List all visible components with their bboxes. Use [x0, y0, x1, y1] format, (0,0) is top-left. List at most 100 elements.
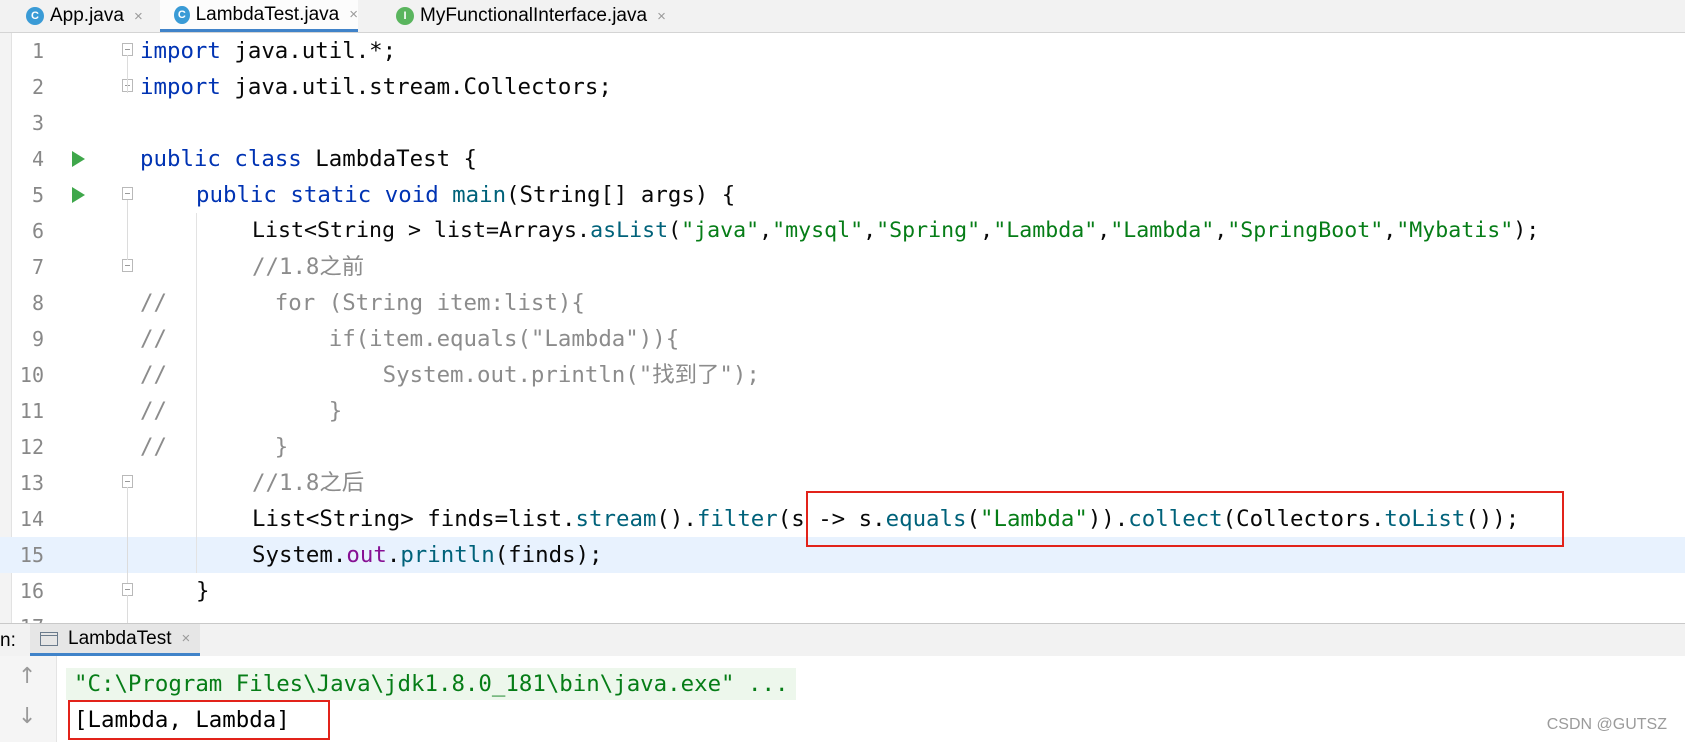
- watermark: CSDN @GUTSZ: [1546, 716, 1667, 733]
- tab-lambdatest-java[interactable]: C LambdaTest.java ×: [160, 0, 358, 32]
- code-line-15[interactable]: System.out.println(finds);: [252, 537, 603, 573]
- string-literal: "SpringBoot": [1227, 218, 1384, 243]
- line-number[interactable]: 15: [12, 537, 44, 573]
- close-icon[interactable]: ×: [349, 6, 358, 23]
- keyword: import: [140, 74, 221, 100]
- keyword: public: [140, 146, 221, 172]
- code-line-7[interactable]: //1.8之前: [252, 249, 364, 285]
- console-command-line: "C:\Program Files\Java\jdk1.8.0_181\bin\…: [66, 668, 797, 700]
- run-class-icon[interactable]: [72, 151, 85, 167]
- code-text: list=: [421, 218, 500, 243]
- method-name: stream: [575, 506, 657, 532]
- line-number[interactable]: 1: [12, 33, 44, 69]
- run-tab-label: LambdaTest: [68, 627, 172, 649]
- code-line-5[interactable]: public static void main(String[] args) {: [196, 177, 735, 213]
- line-number[interactable]: 5: [12, 177, 44, 213]
- code-line-10[interactable]: // System.out.println("找到了");: [140, 357, 760, 393]
- method-name: main: [452, 182, 507, 208]
- keyword: import: [140, 38, 221, 64]
- code-text: (String[] args) {: [506, 182, 736, 208]
- keyword: class: [234, 146, 302, 172]
- line-number[interactable]: 8: [12, 285, 44, 321]
- code-text: (finds);: [494, 542, 603, 568]
- line-number[interactable]: 14: [12, 501, 44, 537]
- class-icon: C: [26, 7, 44, 25]
- tab-label: LambdaTest.java: [195, 3, 340, 25]
- code-line-2[interactable]: import java.util.stream.Collectors;: [140, 69, 612, 105]
- code-text: );: [1513, 218, 1540, 243]
- run-tool-window-header: n: LambdaTest ×: [0, 623, 1685, 657]
- tab-label: App.java: [50, 5, 124, 26]
- fold-guide: [127, 200, 128, 260]
- string-literal: "Mybatis": [1396, 218, 1514, 243]
- structure-strip: [0, 33, 12, 623]
- fold-guide: [127, 55, 128, 93]
- code-text: List<String >: [252, 218, 422, 243]
- scroll-down-icon[interactable]: ↓: [18, 704, 36, 729]
- code-line-16[interactable]: }: [196, 573, 209, 609]
- class-name: LambdaTest {: [301, 146, 478, 172]
- code-text: List<String> finds=list.: [252, 506, 576, 532]
- line-number[interactable]: 3: [12, 105, 44, 141]
- scroll-up-icon[interactable]: ↑: [18, 664, 36, 689]
- run-tab-lambdatest[interactable]: LambdaTest ×: [30, 624, 201, 656]
- code-text: .: [577, 218, 591, 243]
- code-line-4[interactable]: public class LambdaTest {: [140, 141, 477, 177]
- highlight-box-lambda: [806, 491, 1564, 547]
- code-text: ,: [1214, 218, 1228, 243]
- fold-guide: [127, 595, 128, 623]
- code-line-6[interactable]: List<String > list=Arrays.asList("java",…: [252, 213, 1539, 249]
- line-number[interactable]: 11: [12, 393, 44, 429]
- keyword: public: [196, 182, 277, 208]
- method-name: println: [400, 542, 495, 568]
- line-number[interactable]: 2: [12, 69, 44, 105]
- line-number[interactable]: 4: [12, 141, 44, 177]
- console-toolbar: ↑ ↓: [0, 656, 57, 742]
- fold-marker-icon[interactable]: [122, 187, 133, 200]
- tab-app-java[interactable]: C App.java ×: [12, 0, 160, 32]
- code-text: ,: [980, 218, 994, 243]
- line-number[interactable]: 6: [12, 213, 44, 249]
- console-icon: [40, 631, 58, 646]
- code-line-13[interactable]: //1.8之后: [252, 465, 364, 501]
- string-literal: "Spring": [876, 218, 981, 243]
- close-icon[interactable]: ×: [182, 630, 191, 647]
- code-text: .: [386, 542, 401, 568]
- code-line-8[interactable]: // for (String item:list){: [140, 285, 585, 321]
- keyword: void: [384, 182, 439, 208]
- field-name: out: [346, 542, 387, 568]
- line-number[interactable]: 7: [12, 249, 44, 285]
- run-console[interactable]: ↑ ↓ "C:\Program Files\Java\jdk1.8.0_181\…: [0, 656, 1685, 742]
- line-number[interactable]: 16: [12, 573, 44, 609]
- highlight-box-output: [68, 700, 330, 740]
- code-text: java.util.stream.Collectors;: [220, 74, 612, 100]
- code-text: ,: [759, 218, 773, 243]
- line-number[interactable]: 13: [12, 465, 44, 501]
- close-icon[interactable]: ×: [657, 8, 666, 25]
- run-label: n:: [0, 630, 16, 651]
- code-editor[interactable]: 1 2 3 4 5 6 7 8 9 10 11 12 13 14 15 16 1…: [0, 33, 1685, 623]
- class-icon: C: [174, 5, 190, 24]
- tab-myfunctionalinterface-java[interactable]: I MyFunctionalInterface.java ×: [382, 0, 682, 32]
- fold-guide: [127, 487, 128, 583]
- string-literal: "Lambda": [1110, 218, 1215, 243]
- code-line-9[interactable]: // if(item.equals("Lambda")){: [140, 321, 679, 357]
- fold-marker-icon[interactable]: [122, 259, 133, 272]
- line-number[interactable]: 12: [12, 429, 44, 465]
- code-text: java.util.*;: [220, 38, 397, 64]
- code-line-11[interactable]: // }: [140, 393, 342, 429]
- line-number[interactable]: 17: [12, 609, 44, 623]
- run-main-icon[interactable]: [72, 187, 85, 203]
- code-line-1[interactable]: import java.util.*;: [140, 33, 396, 69]
- code-text: ().: [656, 506, 697, 532]
- method-name: filter: [696, 506, 778, 532]
- tab-label: MyFunctionalInterface.java: [420, 5, 648, 26]
- code-line-12[interactable]: // }: [140, 429, 288, 465]
- line-number[interactable]: 9: [12, 321, 44, 357]
- code-text: ,: [863, 218, 877, 243]
- code-text: ,: [1097, 218, 1111, 243]
- line-number[interactable]: 10: [12, 357, 44, 393]
- close-icon[interactable]: ×: [134, 8, 143, 25]
- method-name: asList: [590, 218, 669, 243]
- code-text: (: [668, 218, 682, 243]
